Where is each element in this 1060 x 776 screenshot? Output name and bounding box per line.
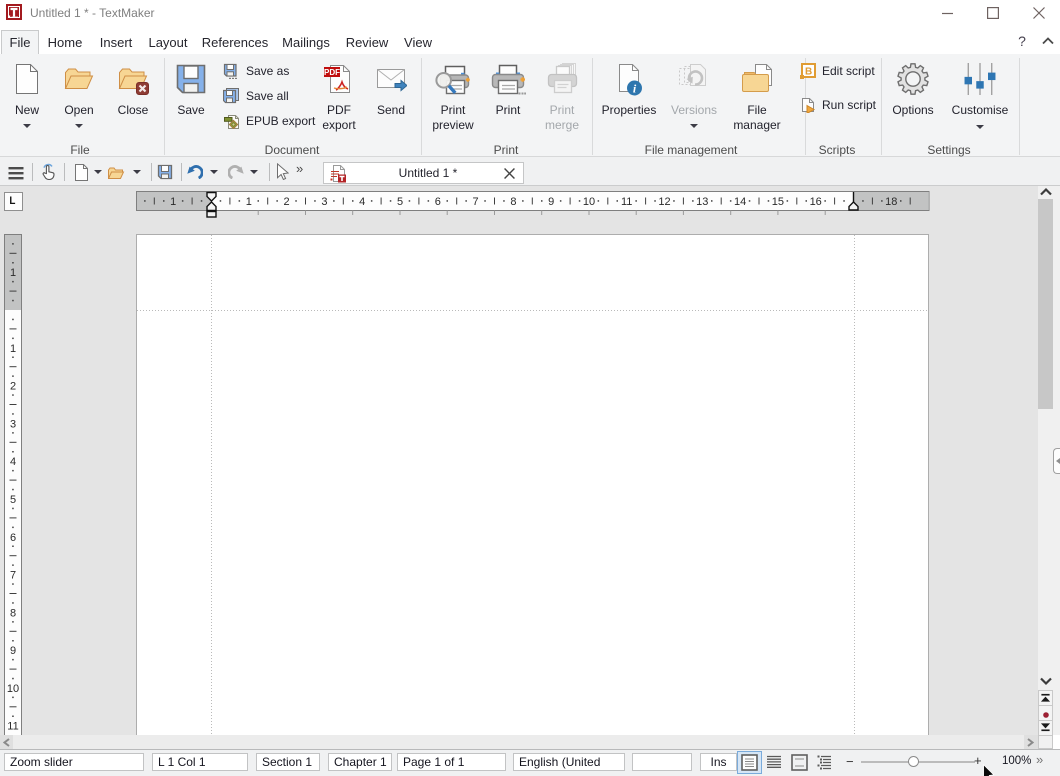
svg-text:5: 5 [10,494,16,506]
svg-text:9: 9 [548,196,554,208]
svg-text:6: 6 [10,532,16,544]
svg-text:1: 1 [170,196,176,208]
svg-text:3: 3 [321,196,327,208]
svg-text:14: 14 [734,196,746,208]
svg-text:13: 13 [696,196,708,208]
svg-text:2: 2 [10,381,16,393]
svg-text:15: 15 [772,196,784,208]
svg-text:9: 9 [10,645,16,657]
svg-text:PDF: PDF [324,68,340,77]
svg-text:10: 10 [583,196,595,208]
svg-text:1: 1 [246,196,252,208]
svg-text:8: 8 [10,607,16,619]
svg-text:10: 10 [7,683,19,695]
svg-text:12: 12 [658,196,670,208]
svg-text:18: 18 [885,196,897,208]
svg-text:4: 4 [10,456,16,468]
svg-text:16: 16 [810,196,822,208]
svg-text:1: 1 [10,267,16,279]
svg-text:7: 7 [473,196,479,208]
svg-text:1: 1 [10,343,16,355]
svg-text:5: 5 [397,196,403,208]
svg-text:6: 6 [435,196,441,208]
svg-text:2: 2 [284,196,290,208]
svg-text:3: 3 [10,418,16,430]
svg-text:4: 4 [359,196,365,208]
svg-text:8: 8 [510,196,516,208]
svg-text:B: B [805,67,812,78]
svg-text:11: 11 [621,196,632,208]
svg-text:11: 11 [7,721,18,733]
svg-text:7: 7 [10,570,16,582]
